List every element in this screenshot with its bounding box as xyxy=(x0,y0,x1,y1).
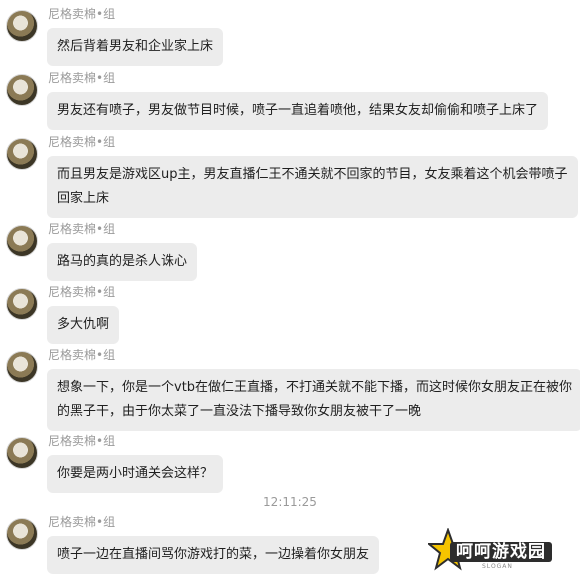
sender-name: 尼格卖棉•组 xyxy=(48,515,116,529)
message-bubble: 你要是两小时通关会这样？ xyxy=(47,455,224,493)
message-text: 而且男友是游戏区up主，男友直播仁王不通关就不回家的节目，女友乘着这个机会带喷子 xyxy=(57,167,568,182)
avatar[interactable] xyxy=(6,10,38,42)
message-bubble: 然后背着男友和企业家上床 xyxy=(47,28,224,66)
sender-name: 尼格卖棉•组 xyxy=(48,348,116,362)
sender-name: 尼格卖棉•组 xyxy=(48,222,116,236)
avatar[interactable] xyxy=(6,288,38,320)
avatar[interactable] xyxy=(6,518,38,550)
message-bubble: 多大仇啊 xyxy=(47,306,120,344)
avatar[interactable] xyxy=(6,74,38,106)
message-text: 多大仇啊 xyxy=(57,317,110,332)
watermark-logo: 呵呵游戏园 SLOGAN xyxy=(428,528,576,574)
message-text: 然后背着男友和企业家上床 xyxy=(57,39,214,54)
message-text: 路马的真的是杀人诛心 xyxy=(57,254,188,269)
message-bubble: 男友还有喷子，男友做节目时候，喷子一直追着喷他，结果女友却偷偷和喷子上床了 xyxy=(47,92,549,130)
message-text: 回家上床 xyxy=(57,191,110,206)
sender-name: 尼格卖棉•组 xyxy=(48,135,116,149)
sender-name: 尼格卖棉•组 xyxy=(48,7,116,21)
message-text: 男友还有喷子，男友做节目时候，喷子一直追着喷他，结果女友却偷偷和喷子上床了 xyxy=(57,103,539,118)
message-bubble: 而且男友是游戏区up主，男友直播仁王不通关就不回家的节目，女友乘着这个机会带喷子… xyxy=(47,156,578,218)
message-bubble: 想象一下，你是一个vtb在做仁王直播，不打通关就不能下播，而这时候你女朋友正在被… xyxy=(47,369,580,431)
message-text: 喷子一边在直播间骂你游戏打的菜，一边操着你女朋友 xyxy=(57,547,370,562)
avatar[interactable] xyxy=(6,351,38,383)
avatar[interactable] xyxy=(6,225,38,257)
avatar[interactable] xyxy=(6,437,38,469)
watermark-slogan: SLOGAN xyxy=(482,563,513,570)
message-bubble: 喷子一边在直播间骂你游戏打的菜，一边操着你女朋友 xyxy=(47,536,380,574)
sender-name: 尼格卖棉•组 xyxy=(48,434,116,448)
message-text: 你要是两小时通关会这样？ xyxy=(57,466,214,481)
sender-name: 尼格卖棉•组 xyxy=(48,285,116,299)
message-bubble: 路马的真的是杀人诛心 xyxy=(47,243,198,281)
message-text: 想象一下，你是一个vtb在做仁王直播，不打通关就不能下播，而这时候你女朋友正在被… xyxy=(57,380,573,395)
message-text: 的黑子干，由于你太菜了一直没法下播导致你女朋友被干了一晚 xyxy=(57,404,422,419)
timestamp: 12:11:25 xyxy=(263,495,317,509)
watermark-title: 呵呵游戏园 xyxy=(450,542,552,562)
sender-name: 尼格卖棉•组 xyxy=(48,71,116,85)
avatar[interactable] xyxy=(6,138,38,170)
